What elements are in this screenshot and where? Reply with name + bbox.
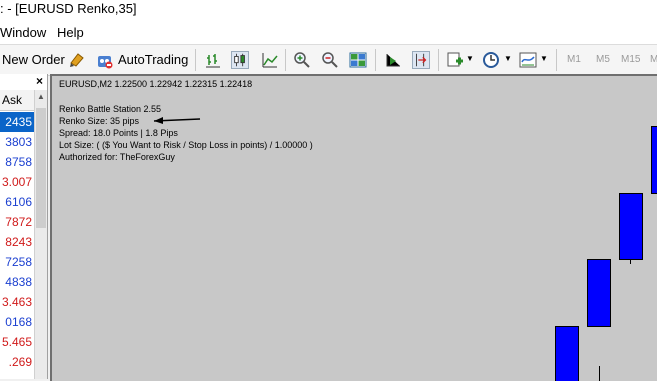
chart-header: EURUSD,M2 1.22500 1.22942 1.22315 1.2241… — [59, 79, 253, 89]
period-m5[interactable]: M5 — [596, 54, 610, 65]
period-m15[interactable]: M15 — [621, 54, 640, 65]
market-watch-row[interactable]: 8758 — [0, 152, 34, 172]
menu-bar: Window Help — [0, 22, 657, 44]
chevron-down-icon[interactable]: ▼ — [540, 54, 548, 63]
tile-windows-icon[interactable] — [349, 51, 367, 69]
indicators-icon[interactable] — [446, 51, 464, 69]
market-watch-row[interactable]: 3803 — [0, 132, 34, 152]
market-watch-row[interactable]: 0168 — [0, 312, 34, 332]
market-watch-row[interactable]: .269 — [0, 352, 34, 372]
market-watch-row[interactable]: 2435 — [0, 112, 34, 132]
autotrading-icon[interactable] — [96, 51, 114, 69]
spread-label: Spread: 18.0 Points | 1.8 Pips — [59, 128, 178, 138]
scroll-up-icon[interactable]: ▲ — [37, 92, 45, 101]
menu-help[interactable]: Help — [57, 25, 84, 40]
autotrading-button[interactable]: AutoTrading — [118, 49, 188, 71]
market-watch-row[interactable]: 4838 — [0, 272, 34, 292]
market-watch-scrollbar[interactable]: ▲ — [34, 90, 47, 379]
lot-size-label: Lot Size: ( ($ You Want to Risk / Stop L… — [59, 140, 313, 150]
zoom-out-icon[interactable] — [321, 51, 339, 69]
toolbar-separator — [375, 49, 376, 71]
renko-station-label: Renko Battle Station 2.55 — [59, 104, 162, 114]
chevron-down-icon[interactable]: ▼ — [504, 54, 512, 63]
chevron-down-icon[interactable]: ▼ — [466, 54, 474, 63]
scrollbar-thumb[interactable] — [36, 108, 46, 228]
periods-clock-icon[interactable] — [482, 51, 500, 69]
market-watch-row[interactable]: 8243 — [0, 232, 34, 252]
market-watch-row[interactable]: 7872 — [0, 212, 34, 232]
toolbar-separator — [438, 49, 439, 71]
autoscroll-icon[interactable] — [412, 51, 430, 69]
menu-window[interactable]: Window — [0, 25, 46, 40]
window-title: : - [EURUSD Renko,35] — [0, 1, 137, 16]
market-watch-row[interactable]: 7258 — [0, 252, 34, 272]
renko-brick — [587, 259, 611, 327]
ask-column-header[interactable]: Ask — [0, 90, 34, 111]
metaeditor-icon[interactable] — [68, 51, 86, 69]
period-m30[interactable]: M — [650, 54, 657, 65]
period-m1[interactable]: M1 — [567, 54, 581, 65]
market-watch-row[interactable]: 5.465 — [0, 332, 34, 352]
market-watch-row[interactable]: 3.463 — [0, 292, 34, 312]
close-icon[interactable]: × — [36, 74, 43, 88]
toolbar-separator — [556, 49, 557, 71]
line-chart-icon[interactable] — [261, 51, 279, 69]
bar-chart-icon[interactable] — [204, 51, 222, 69]
chart-shift-icon[interactable] — [384, 51, 402, 69]
renko-size-label: Renko Size: 35 pips — [59, 116, 140, 126]
arrow-head — [154, 117, 163, 124]
renko-brick — [619, 193, 643, 260]
zoom-in-icon[interactable] — [293, 51, 311, 69]
toolbar: New Order AutoTrading ▼ ▼ ▼ M1 M5 M15 M — [0, 44, 657, 76]
new-order-button[interactable]: New Order — [2, 49, 65, 71]
market-watch-row[interactable]: 3.007 — [0, 172, 34, 192]
candlestick-chart-icon[interactable] — [231, 51, 249, 69]
chart-window[interactable]: EURUSD,M2 1.22500 1.22942 1.22315 1.2241… — [50, 74, 657, 381]
authorized-label: Authorized for: TheForexGuy — [59, 152, 175, 162]
renko-brick — [651, 126, 657, 194]
templates-icon[interactable] — [519, 51, 537, 69]
toolbar-separator — [285, 49, 286, 71]
title-bar: : - [EURUSD Renko,35] — [0, 0, 657, 22]
renko-brick — [555, 326, 579, 381]
market-watch-row[interactable]: 6106 — [0, 192, 34, 212]
market-watch-panel: × Ask ▲ 2435 3803 8758 3.007 6106 7872 8243 725… — [0, 74, 48, 379]
toolbar-separator — [195, 49, 196, 71]
